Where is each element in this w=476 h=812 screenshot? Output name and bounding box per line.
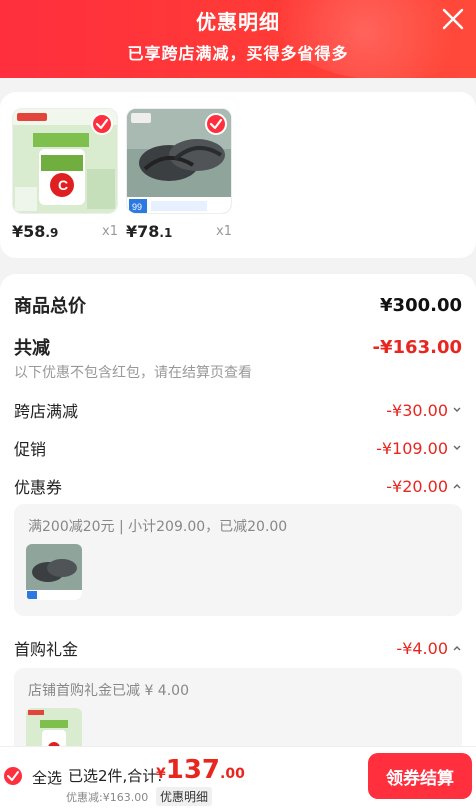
promo-value: -¥109.00: [376, 438, 448, 458]
goods-total-row: 商品总价 ¥300.00: [14, 292, 462, 318]
cross-store-label: 跨店满减: [14, 402, 79, 421]
total-price: ¥137.00: [156, 755, 245, 785]
coupon-label: 优惠券: [14, 478, 63, 497]
first-gift-row[interactable]: 首购礼金 -¥4.00: [14, 636, 462, 660]
coupon-value: -¥20.00: [386, 476, 448, 496]
cross-store-row[interactable]: 跨店满减 -¥30.00: [14, 398, 462, 422]
cross-store-value: -¥30.00: [386, 400, 448, 420]
page-title: 优惠明细: [196, 10, 280, 34]
promo-row[interactable]: 促销 -¥109.00: [14, 436, 462, 460]
chevron-down-icon[interactable]: [452, 405, 462, 415]
chevron-up-icon[interactable]: [452, 481, 462, 491]
product-price: ¥78.1: [126, 222, 173, 241]
svg-text:99: 99: [132, 202, 142, 212]
sandals-product-image[interactable]: 99: [126, 108, 232, 214]
chevron-up-icon[interactable]: [452, 643, 462, 653]
select-all-check-icon[interactable]: [4, 767, 22, 785]
discount-note: 以下优惠不包含红包，请在结算页查看: [14, 365, 252, 381]
product-list: C ¥58.9 x1 99 ¥78.1 x1: [0, 92, 476, 258]
product-quantity: x1: [216, 224, 232, 239]
selected-count: 已选2件,合计:: [68, 767, 163, 785]
first-gift-label: 首购礼金: [14, 640, 79, 659]
coupon-detail-text: 满200减20元 | 小计209.00，已减20.00: [28, 519, 288, 535]
page-subtitle: 已享跨店满减，买得多省得多: [127, 44, 349, 63]
coupon-row[interactable]: 优惠券 -¥20.00: [14, 474, 462, 498]
sandals-thumbnail: [26, 544, 82, 600]
coupon-detail-box: 满200减20元 | 小计209.00，已减20.00: [14, 504, 462, 616]
total-discount-label: 共减: [14, 338, 50, 359]
vitamin-c-product-image[interactable]: C: [12, 108, 118, 214]
first-gift-value: -¥4.00: [396, 638, 448, 658]
first-gift-detail-text: 店铺首购礼金已减 ¥ 4.00: [28, 683, 189, 699]
checkout-bar: 全选 已选2件,合计: ¥137.00 优惠减:¥163.00 优惠明细 领券结…: [0, 746, 476, 812]
discount-amount: 优惠减:¥163.00: [66, 791, 149, 804]
product-item[interactable]: C ¥58.9 x1: [12, 108, 118, 241]
product-price: ¥58.9: [12, 222, 59, 241]
svg-text:C: C: [58, 177, 68, 193]
product-quantity: x1: [102, 224, 118, 239]
total-discount-value: -¥163.00: [372, 336, 462, 358]
goods-total-value: ¥300.00: [380, 294, 462, 316]
discount-detail-button[interactable]: 优惠明细: [156, 787, 213, 806]
select-all-label[interactable]: 全选: [32, 767, 62, 788]
chevron-down-icon[interactable]: [452, 443, 462, 453]
product-check-icon[interactable]: [205, 113, 227, 135]
goods-total-label: 商品总价: [14, 296, 86, 317]
header: 优惠明细 已享跨店满减，买得多省得多: [0, 0, 476, 78]
close-icon[interactable]: [440, 6, 466, 32]
product-item[interactable]: 99 ¥78.1 x1: [126, 108, 232, 241]
product-check-icon[interactable]: [91, 113, 113, 135]
checkout-button[interactable]: 领券结算: [368, 753, 472, 799]
promo-label: 促销: [14, 440, 47, 459]
discount-summary: 商品总价 ¥300.00 共减 -¥163.00 以下优惠不包含红包，请在结算页…: [0, 274, 476, 812]
total-discount-row: 共减 -¥163.00: [14, 334, 462, 360]
